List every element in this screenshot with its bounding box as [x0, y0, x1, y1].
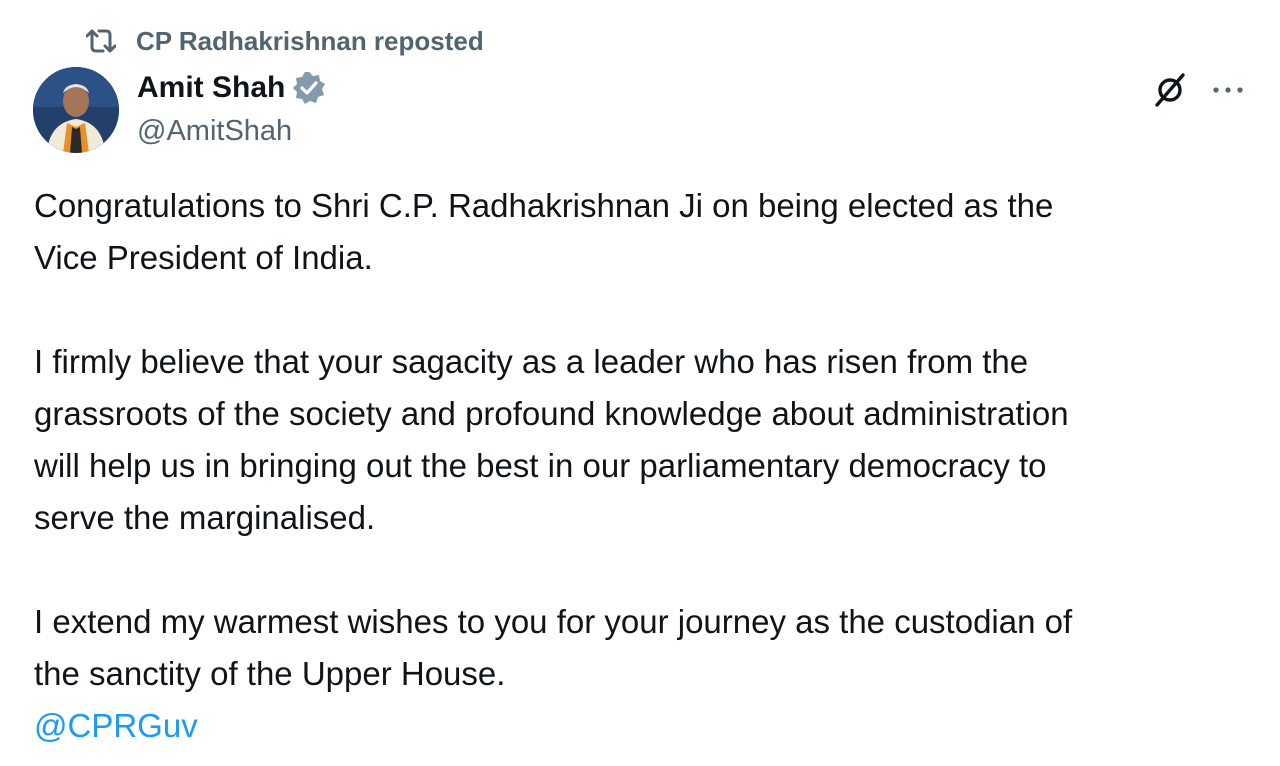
post-line: the sanctity of the Upper House. — [34, 655, 506, 692]
author-handle[interactable]: @AmitShah — [137, 115, 292, 148]
profile-photo — [33, 67, 119, 153]
repost-label: CP Radhakrishnan reposted — [136, 25, 484, 56]
mention-link[interactable]: @CPRGuv — [34, 707, 198, 744]
grok-icon — [1155, 73, 1185, 107]
verified-badge-icon — [291, 70, 327, 106]
post-line: I extend my warmest wishes to you for yo… — [34, 603, 1073, 640]
post-line: I firmly believe that your sagacity as a… — [34, 343, 1029, 380]
post-line: Congratulations to Shri C.P. Radhakrishn… — [34, 187, 1054, 224]
post-paragraph-3: I extend my warmest wishes to you for yo… — [34, 596, 1254, 700]
repost-indicator[interactable]: CP Radhakrishnan reposted — [86, 26, 484, 56]
author-name-row[interactable]: Amit Shah — [137, 70, 327, 106]
post-paragraph-2: I firmly believe that your sagacity as a… — [34, 336, 1254, 544]
grok-button[interactable] — [1150, 70, 1190, 110]
post-paragraph-1: Congratulations to Shri C.P. Radhakrishn… — [34, 180, 1254, 284]
avatar[interactable] — [33, 67, 119, 153]
post-line: grassroots of the society and profound k… — [34, 395, 1069, 432]
repost-icon — [86, 29, 116, 53]
author-name[interactable]: Amit Shah — [137, 71, 285, 105]
post: CP Radhakrishnan reposted Amit Shah @Ami… — [0, 0, 1280, 766]
post-line: serve the marginalised. — [34, 499, 376, 536]
post-text: Congratulations to Shri C.P. Radhakrishn… — [34, 180, 1254, 752]
post-line: Vice President of India. — [34, 239, 373, 276]
more-options-button[interactable] — [1206, 70, 1250, 110]
more-options-icon — [1213, 87, 1243, 93]
post-line: will help us in bringing out the best in… — [34, 447, 1047, 484]
